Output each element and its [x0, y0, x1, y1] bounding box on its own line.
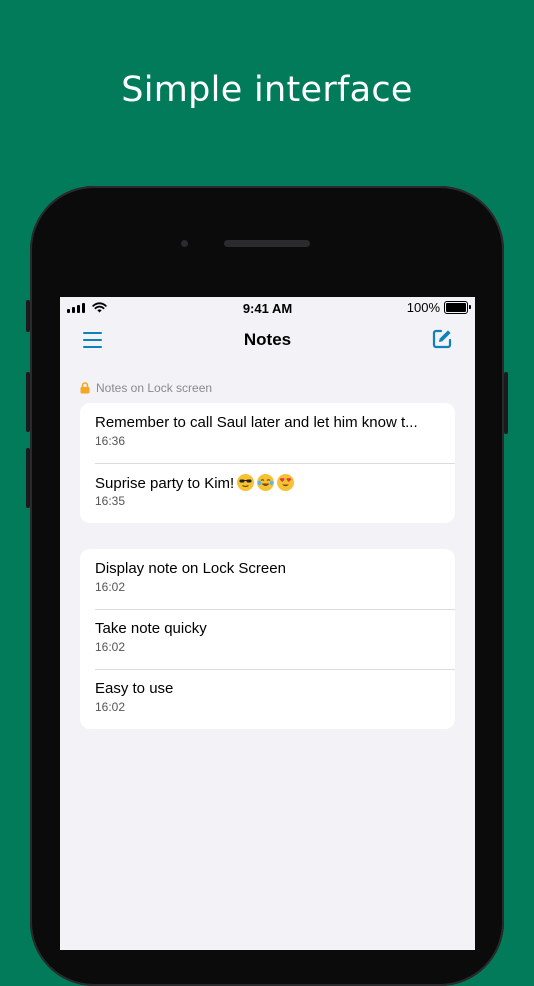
- note-time: 16:35: [95, 494, 126, 508]
- note-time: 16:02: [95, 640, 126, 654]
- battery-icon: [444, 301, 471, 314]
- note-title: Display note on Lock Screen: [95, 560, 286, 577]
- notes-card: Display note on Lock Screen 16:02 Take n…: [80, 549, 455, 729]
- mute-switch: [26, 300, 30, 332]
- headline: Simple interface: [121, 70, 413, 110]
- battery-status: 100%: [406, 300, 471, 315]
- page-title: Notes: [243, 330, 292, 349]
- note-title: Remember to call Saul later and let him …: [95, 414, 418, 431]
- lock-screen-section-header: Notes on Lock screen: [80, 381, 212, 395]
- note-row[interactable]: Display note on Lock Screen 16:02: [80, 549, 455, 609]
- sunglasses-emoji: [237, 474, 255, 491]
- note-title: Easy to use: [95, 680, 174, 697]
- lock-icon: [80, 382, 90, 394]
- note-title: Suprise party to Kim!: [95, 475, 235, 492]
- note-row[interactable]: Easy to use 16:02: [80, 669, 455, 729]
- note-time: 16:02: [95, 580, 126, 594]
- phone-screen: 9:41 AM 100% Notes Notes on Lock screen …: [60, 297, 475, 950]
- volume-down-button: [26, 448, 30, 508]
- front-camera: [181, 240, 188, 247]
- power-button: [504, 372, 508, 434]
- heart-eyes-emoji: [277, 474, 295, 491]
- note-row[interactable]: Remember to call Saul later and let him …: [80, 403, 455, 463]
- note-row[interactable]: Take note quicky 16:02: [80, 609, 455, 669]
- section-title: Notes on Lock screen: [96, 381, 213, 395]
- earpiece-speaker: [224, 240, 310, 247]
- tears-of-joy-emoji: [257, 474, 275, 491]
- note-title: Take note quicky: [95, 620, 207, 637]
- status-bar: 9:41 AM 100%: [60, 297, 475, 319]
- note-time: 16:36: [95, 434, 126, 448]
- volume-up-button: [26, 372, 30, 432]
- nav-bar: Notes: [60, 319, 475, 359]
- compose-icon[interactable]: [431, 328, 453, 350]
- note-title-with-emojis: Suprise party to Kim!: [95, 474, 425, 492]
- lock-screen-notes-card: Remember to call Saul later and let him …: [80, 403, 455, 523]
- battery-percent: 100%: [406, 300, 440, 315]
- note-row[interactable]: Suprise party to Kim! 16:35: [80, 463, 455, 523]
- note-time: 16:02: [95, 700, 126, 714]
